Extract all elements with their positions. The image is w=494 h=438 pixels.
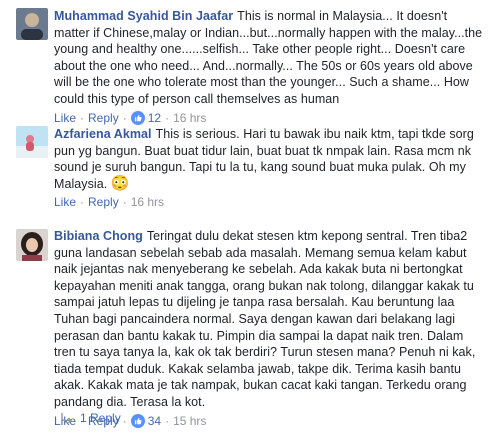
comment-author[interactable]: Azfariena Akmal [54,127,152,141]
comment: Muhammad Syahid Bin Jaafar This is normal… [0,0,494,126]
view-replies-link[interactable]: 1 Reply [60,411,121,425]
reply-arrow-icon [61,413,72,424]
comment-text: Bibiana Chong Teringat dulu dekat stesen … [54,228,484,411]
comment-text: Muhammad Syahid Bin Jaafar This is normal… [54,8,484,108]
timestamp[interactable]: 15 hrs [173,414,206,429]
comment-body: This is normal in Malaysia... It doesn't… [54,9,483,106]
comment-actions: Like · Reply · 16 hrs [54,195,165,210]
avatar[interactable] [16,229,48,261]
comment: Azfariena Akmal This is serious. Hari tu … [0,118,494,223]
comment-text: Azfariena Akmal This is serious. Hari tu … [54,126,484,192]
avatar[interactable] [16,126,48,158]
reply-button[interactable]: Reply [88,195,119,210]
flushed-emoji-icon: 😳 [110,174,130,192]
avatar[interactable] [16,8,48,40]
timestamp[interactable]: 16 hrs [131,195,164,210]
comment-author[interactable]: Bibiana Chong [54,229,143,243]
like-button[interactable]: Like [54,195,76,210]
comment: Bibiana Chong Teringat dulu dekat stesen … [0,223,494,429]
view-replies-label: 1 Reply [80,411,121,425]
comment-body: Teringat dulu dekat stesen ktm kepong se… [54,229,476,409]
like-reaction-icon [130,414,145,429]
reaction-count[interactable]: 34 [130,414,161,429]
comment-author[interactable]: Muhammad Syahid Bin Jaafar [54,9,233,23]
